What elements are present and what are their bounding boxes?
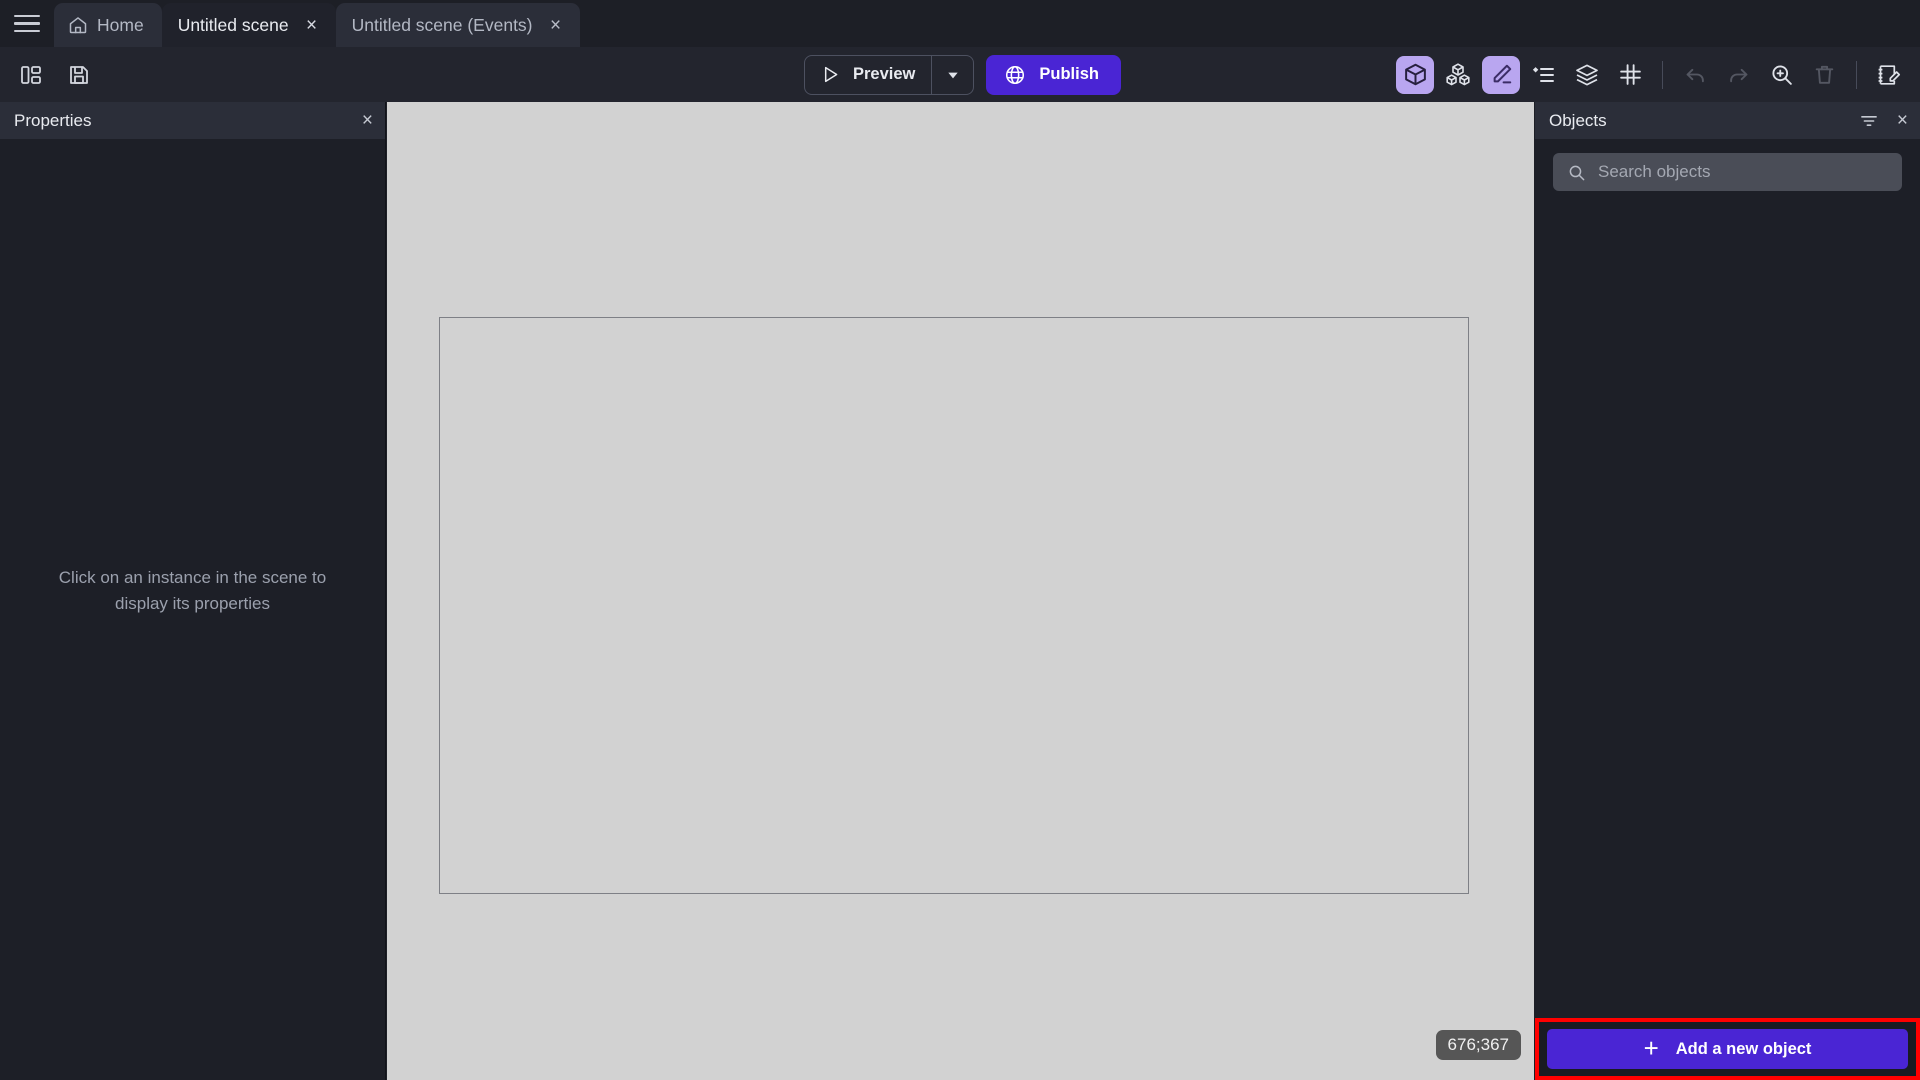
tab-untitled-scene[interactable]: Untitled scene ×: [161, 3, 336, 47]
layers-icon[interactable]: [1568, 56, 1606, 94]
grid-icon[interactable]: [1611, 56, 1649, 94]
preview-dropdown-button[interactable]: [931, 55, 973, 94]
objects-panel: Objects × + Add a new object: [1535, 102, 1920, 1080]
search-input[interactable]: [1598, 162, 1888, 182]
toolbar-left-group: [0, 58, 96, 92]
add-new-object-label: Add a new object: [1675, 1039, 1812, 1058]
search-icon: [1567, 163, 1586, 182]
pencil-edit-icon[interactable]: [1482, 55, 1520, 94]
tab-close-icon[interactable]: ×: [304, 16, 320, 35]
add-object-highlight-region: + Add a new object: [1535, 1018, 1920, 1080]
toolbar-center-group: Preview Publish: [804, 47, 1121, 102]
search-box[interactable]: [1553, 153, 1902, 191]
objects-panel-title: Objects: [1549, 110, 1607, 130]
main-toolbar: Preview Publish: [0, 47, 1920, 102]
open-editor-icon[interactable]: [1870, 56, 1908, 94]
tab-bar: Home Untitled scene × Untitled scene (Ev…: [0, 0, 1920, 47]
tab-close-icon[interactable]: ×: [548, 16, 564, 35]
filter-icon[interactable]: [1859, 111, 1879, 131]
zoom-in-icon[interactable]: [1762, 56, 1800, 94]
publish-label: Publish: [1039, 65, 1099, 83]
objects-search-container: [1535, 139, 1920, 191]
multiple-cubes-icon[interactable]: [1439, 56, 1477, 94]
cursor-coordinates-badge: 676;367: [1435, 1030, 1521, 1060]
objects-panel-header: Objects ×: [1535, 102, 1920, 139]
preview-button-group: Preview: [804, 54, 975, 95]
trash-delete-icon[interactable]: [1805, 56, 1843, 94]
play-triangle-icon: [820, 64, 841, 85]
toolbar-right-group: [1396, 47, 1908, 102]
home-icon: [68, 15, 88, 35]
chevron-down-icon: [945, 67, 961, 83]
toolbar-divider: [1662, 60, 1663, 89]
scene-canvas[interactable]: 676;367: [387, 102, 1534, 1080]
tab-label: Home: [97, 14, 144, 35]
hamburger-menu-icon[interactable]: [0, 0, 54, 47]
publish-button[interactable]: Publish: [986, 54, 1121, 95]
preview-button[interactable]: Preview: [805, 56, 931, 94]
close-icon[interactable]: ×: [1897, 111, 1908, 130]
redo-icon[interactable]: [1719, 56, 1757, 94]
properties-panel: Properties × Click on an instance in the…: [0, 102, 386, 1080]
add-new-object-button[interactable]: + Add a new object: [1547, 1029, 1908, 1069]
globe-icon: [1004, 64, 1026, 86]
tab-label: Untitled scene (Events): [351, 14, 533, 35]
undo-icon[interactable]: [1676, 56, 1714, 94]
cube-object-icon[interactable]: [1396, 55, 1434, 94]
plus-icon: +: [1643, 1033, 1659, 1063]
toolbar-divider: [1856, 60, 1857, 89]
tab-label: Untitled scene: [177, 14, 289, 35]
preview-label: Preview: [853, 65, 916, 83]
properties-list-icon[interactable]: [1525, 56, 1563, 94]
layout-panels-icon[interactable]: [14, 58, 48, 92]
save-icon[interactable]: [62, 58, 96, 92]
tab-home[interactable]: Home: [54, 3, 162, 47]
scene-bounds-rectangle: [439, 317, 1469, 894]
properties-empty-message: Click on an instance in the scene to dis…: [58, 567, 327, 613]
tab-untitled-scene-events[interactable]: Untitled scene (Events) ×: [335, 3, 580, 47]
